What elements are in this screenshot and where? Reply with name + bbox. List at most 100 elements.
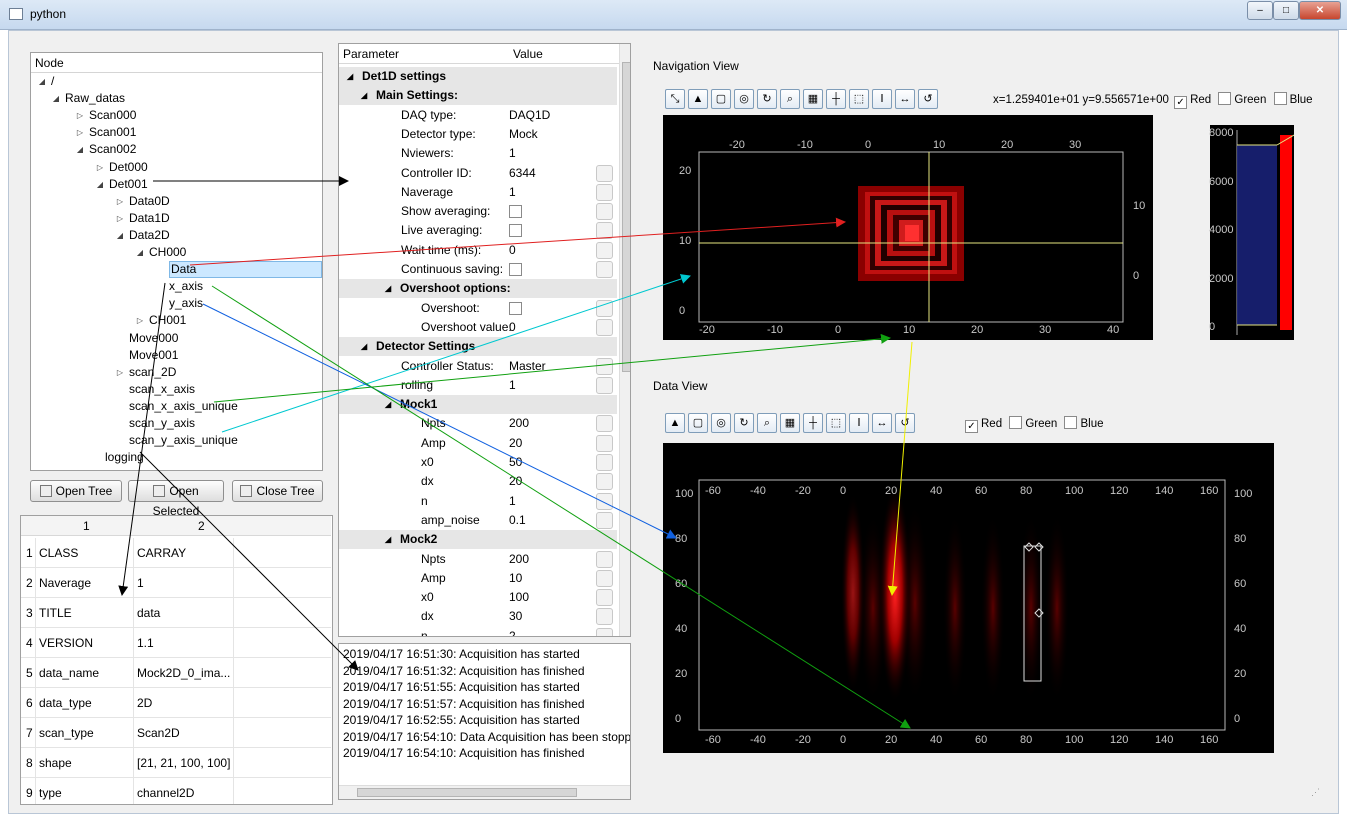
- tree-node[interactable]: logging: [31, 449, 322, 466]
- param-row[interactable]: Detector type: Mock: [339, 125, 617, 144]
- tree-node[interactable]: ▷ Data0D: [31, 193, 322, 210]
- open-selected-button[interactable]: Open Selected: [128, 480, 224, 518]
- tree-node[interactable]: ▷ Det000: [31, 159, 322, 176]
- table-row[interactable]: 5 data_name Mock2D_0_ima...: [21, 658, 331, 688]
- param-value[interactable]: 200: [509, 414, 529, 433]
- param-row[interactable]: Amp 10: [339, 569, 617, 588]
- reset-icon[interactable]: [596, 627, 613, 636]
- vertical-cut-icon[interactable]: Ⅰ: [872, 89, 892, 109]
- crosshair-icon[interactable]: ┼: [803, 413, 823, 433]
- reset-icon[interactable]: [596, 318, 613, 336]
- horizontal-cut-icon[interactable]: ↔: [872, 413, 892, 433]
- tree-node[interactable]: scan_y_axis_unique: [31, 432, 322, 449]
- collapse-arrow-icon[interactable]: ◢: [361, 86, 367, 105]
- expand-arrow-icon[interactable]: ▷: [95, 159, 105, 176]
- collapse-arrow-icon[interactable]: ◢: [115, 227, 125, 244]
- expand-arrow-icon[interactable]: ▷: [135, 312, 145, 329]
- param-value[interactable]: 0.1: [509, 511, 526, 530]
- param-row[interactable]: Show averaging:: [339, 202, 617, 221]
- reset-icon[interactable]: [596, 454, 613, 471]
- param-value[interactable]: 1: [509, 492, 516, 511]
- histogram-icon[interactable]: ▲: [688, 89, 708, 109]
- histogram-icon[interactable]: ▲: [665, 413, 685, 433]
- param-row[interactable]: Npts 200: [339, 414, 617, 433]
- param-value[interactable]: 20: [509, 472, 522, 491]
- axes-icon[interactable]: ⤡: [665, 89, 685, 109]
- param-value[interactable]: 1: [509, 183, 516, 202]
- log-panel[interactable]: 2019/04/17 16:51:30: Acquisition has sta…: [338, 643, 631, 800]
- param-row[interactable]: Wait time (ms): 0: [339, 241, 617, 260]
- refresh-icon[interactable]: ↻: [734, 413, 754, 433]
- param-checkbox[interactable]: [509, 301, 522, 315]
- tree-node[interactable]: ▷ CH001: [31, 312, 322, 329]
- reset-icon[interactable]: [596, 203, 613, 221]
- collapse-arrow-icon[interactable]: ◢: [37, 73, 47, 90]
- param-group[interactable]: ◢ Overshoot options:: [339, 279, 617, 299]
- reset-icon[interactable]: [596, 241, 613, 259]
- param-row[interactable]: Amp 20: [339, 434, 617, 453]
- reset-icon[interactable]: [596, 434, 613, 452]
- crosshair-icon[interactable]: ┼: [826, 89, 846, 109]
- param-row[interactable]: x0 50: [339, 453, 617, 472]
- tree-node[interactable]: Data: [31, 261, 322, 279]
- param-row[interactable]: Overshoot:: [339, 299, 617, 318]
- param-row[interactable]: n1: [339, 492, 617, 511]
- nav-green-checkbox[interactable]: [1218, 92, 1232, 105]
- nav-plot[interactable]: -20 -10 0 10 20 30 -20 -10 0 10 20 30 40 20 10 0 10 0: [663, 115, 1153, 340]
- table-row[interactable]: 8 shape [21, 21, 100, 100]: [21, 748, 331, 778]
- param-row[interactable]: Overshoot value: 0: [339, 318, 617, 337]
- isocurve-icon[interactable]: ◎: [734, 89, 754, 109]
- log-scroll-thumb[interactable]: [357, 788, 577, 797]
- param-value[interactable]: 0: [509, 241, 516, 260]
- collapse-arrow-icon[interactable]: ◢: [385, 530, 391, 549]
- table-row[interactable]: 2 Naverage 1: [21, 568, 331, 598]
- roi-icon[interactable]: ▢: [711, 89, 731, 109]
- tree-node[interactable]: ◢ Raw_datas: [31, 90, 322, 107]
- param-group[interactable]: ◢ Mock2: [339, 530, 617, 550]
- param-value[interactable]: 50: [509, 453, 522, 472]
- param-row[interactable]: dx 20: [339, 472, 617, 491]
- resize-grip-icon[interactable]: ⋰: [1311, 787, 1320, 798]
- param-group[interactable]: ◢ Detector Settings: [339, 337, 617, 357]
- param-value[interactable]: Mock: [509, 125, 538, 144]
- collapse-arrow-icon[interactable]: ◢: [361, 337, 367, 356]
- reset-icon[interactable]: [596, 608, 613, 626]
- param-row[interactable]: Live averaging:: [339, 221, 617, 240]
- collapse-arrow-icon[interactable]: ◢: [385, 395, 391, 414]
- rotate-icon[interactable]: ↺: [918, 89, 938, 109]
- roi-select-icon[interactable]: ⬚: [849, 89, 869, 109]
- reset-icon[interactable]: [596, 222, 613, 240]
- collapse-arrow-icon[interactable]: ◢: [385, 279, 391, 298]
- param-value[interactable]: 10: [509, 569, 522, 588]
- param-row[interactable]: Nviewers: 1: [339, 144, 617, 163]
- param-scrollbar[interactable]: [619, 44, 630, 636]
- reset-icon[interactable]: [596, 473, 613, 491]
- zoom-fit-icon[interactable]: ⌕: [757, 413, 777, 433]
- expand-arrow-icon[interactable]: ▷: [115, 210, 125, 227]
- param-checkbox[interactable]: [509, 205, 522, 219]
- isocurve-icon[interactable]: ◎: [711, 413, 731, 433]
- param-value[interactable]: 0: [509, 318, 516, 337]
- table-row[interactable]: 7 scan_type Scan2D: [21, 718, 331, 748]
- param-row[interactable]: DAQ type: DAQ1D: [339, 106, 617, 125]
- log-hscrollbar[interactable]: [339, 785, 630, 799]
- nav-blue-checkbox[interactable]: [1273, 92, 1287, 105]
- parameter-tree[interactable]: Parameter Value ◢ Det1D settings ◢ Main Set…: [338, 43, 631, 637]
- expand-arrow-icon[interactable]: ▷: [115, 193, 125, 210]
- reset-icon[interactable]: [596, 299, 613, 317]
- tree-node[interactable]: ▷ scan_2D: [31, 364, 322, 381]
- data-plot[interactable]: -60 -40 -20 0 20 40 60 80 100 120 140 160 -60 -40 -20 0…: [663, 443, 1274, 753]
- param-row[interactable]: Controller Status: Master: [339, 357, 617, 376]
- maximize-button[interactable]: □: [1273, 1, 1299, 20]
- table-row[interactable]: 9 type channel2D: [21, 778, 331, 804]
- data-red-checkbox[interactable]: ✓: [965, 420, 978, 433]
- tree-node[interactable]: x_axis: [31, 278, 322, 295]
- param-value[interactable]: 200: [509, 550, 529, 569]
- tree-node[interactable]: ◢ /: [31, 73, 322, 90]
- horizontal-cut-icon[interactable]: ↔: [895, 89, 915, 109]
- close-tree-button[interactable]: Close Tree: [232, 480, 323, 502]
- collapse-arrow-icon[interactable]: ◢: [75, 141, 85, 158]
- param-row[interactable]: dx 30: [339, 607, 617, 626]
- tree-node[interactable]: scan_x_axis_unique: [31, 398, 322, 415]
- collapse-arrow-icon[interactable]: ◢: [347, 67, 353, 86]
